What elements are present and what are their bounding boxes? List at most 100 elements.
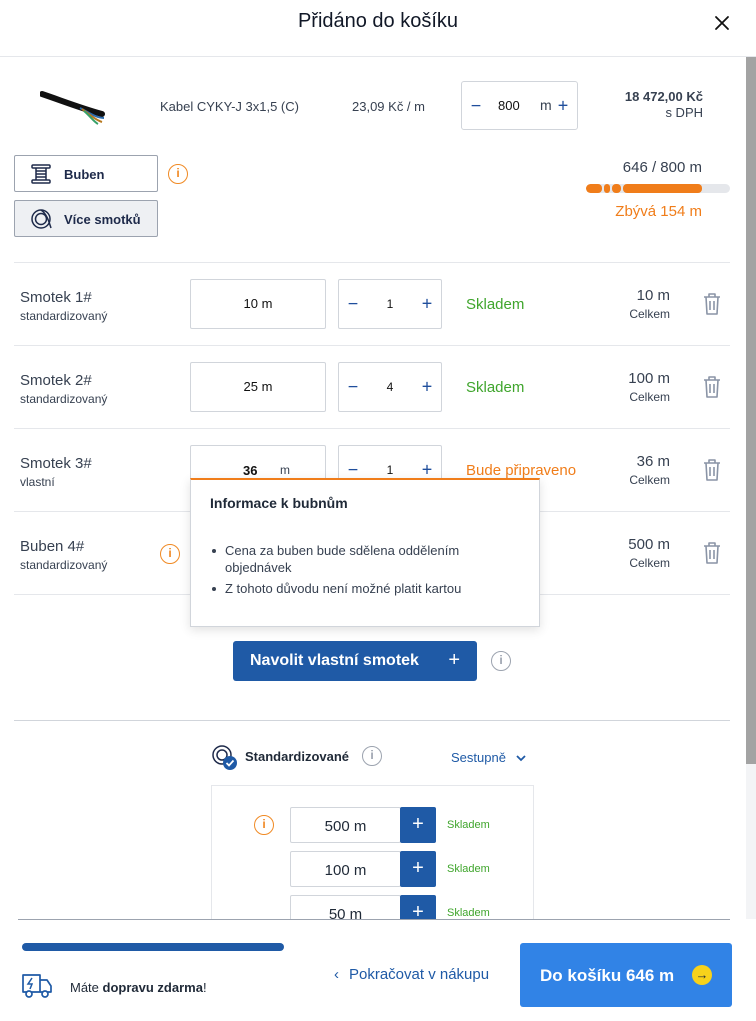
continue-shopping-link[interactable]: ‹ Pokračovat v nákupu (334, 966, 489, 983)
drum-icon (29, 163, 53, 185)
info-icon[interactable]: i (362, 746, 382, 766)
coils-option-label: Více smotků (64, 212, 141, 227)
stock-status: Skladem (447, 907, 490, 919)
standard-length-item: 50 m + Skladem (290, 895, 520, 920)
standard-length-item: 500 m + Skladem (290, 807, 520, 843)
coil-row-total-value: 10 m (636, 287, 670, 304)
info-icon[interactable]: i (491, 651, 511, 671)
coil-row-total: 10 m Celkem (629, 287, 670, 321)
coil-count-stepper[interactable]: − 4 + (338, 362, 442, 412)
decrease-button[interactable]: − (467, 95, 485, 116)
stock-status: Skladem (466, 379, 525, 396)
standard-length-value: 100 m (324, 862, 367, 879)
standardized-coil-icon (210, 743, 238, 771)
standard-length-box: 50 m (290, 895, 401, 920)
arrow-right-icon: → (692, 965, 712, 985)
product-image (39, 84, 106, 127)
unit-price: 23,09 Kč / m (352, 99, 425, 114)
shipping-suffix: ! (202, 980, 207, 995)
trash-icon[interactable] (702, 541, 722, 565)
coil-row-total: 36 m Celkem (629, 453, 670, 487)
stock-status: Skladem (466, 296, 525, 313)
tooltip-item: Cena za buben bude sdělena oddělením obj… (209, 542, 519, 576)
coil-row-total: 100 m Celkem (628, 370, 670, 404)
modal-header: Přidáno do košíku (0, 0, 756, 57)
custom-coil-button[interactable]: Navolit vlastní smotek + (233, 641, 477, 681)
custom-length-value[interactable]: 36 (243, 463, 257, 478)
standard-length-value: 50 m (328, 906, 363, 920)
add-button[interactable]: + (400, 851, 436, 887)
shipping-bold: dopravu zdarma (102, 980, 203, 995)
vat-note: s DPH (665, 105, 703, 120)
progress-label: 646 / 800 m (622, 159, 702, 176)
remaining-label: Zbývá 154 m (615, 203, 702, 220)
info-icon[interactable]: i (168, 164, 188, 184)
coil-row-total-value: 36 m (636, 453, 670, 470)
increase-button[interactable]: + (554, 95, 572, 116)
stock-status: Skladem (447, 819, 490, 831)
coil-row-total-value: 100 m (628, 370, 670, 387)
coil-row-subtitle: standardizovaný (20, 309, 108, 323)
drum-info-tooltip: Informace k bubnům Cena za buben bude sd… (190, 478, 540, 627)
add-button[interactable]: + (400, 895, 436, 920)
sort-dropdown[interactable]: Sestupně (451, 750, 526, 765)
stock-status: Bude připraveno (466, 462, 577, 479)
standardized-label: Standardizované (245, 749, 350, 764)
quantity-stepper[interactable]: − 800 m + (461, 81, 578, 130)
trash-icon[interactable] (702, 292, 722, 316)
drum-row-subtitle: standardizovaný (20, 558, 108, 572)
divider (14, 720, 730, 721)
coil-length-select[interactable]: 25 m (190, 362, 326, 412)
increase-button[interactable]: + (418, 377, 436, 398)
quantity-value[interactable]: 800 (498, 98, 520, 113)
close-icon[interactable] (710, 11, 734, 35)
product-total: 18 472,00 Kč s DPH (625, 89, 703, 120)
info-icon[interactable]: i (254, 815, 274, 835)
drum-row-total-value: 500 m (628, 536, 670, 553)
go-to-cart-label: Do košíku 646 m (540, 966, 675, 985)
coil-count-stepper[interactable]: − 1 + (338, 279, 442, 329)
stock-status: Skladem (447, 863, 490, 875)
standard-length-value: 500 m (324, 818, 367, 835)
trash-icon[interactable] (702, 375, 722, 399)
increase-button[interactable]: + (418, 294, 436, 315)
go-to-cart-button[interactable]: Do košíku 646 m → (520, 943, 732, 1007)
coil-row-subtitle: standardizovaný (20, 392, 108, 406)
drum-row-title: Buben 4# (20, 538, 85, 555)
standard-lengths-panel: i 500 m + Skladem 100 m + Skladem 50 m +… (211, 785, 534, 920)
continue-shopping-label: Pokračovat v nákupu (349, 966, 490, 983)
scrollbar-thumb[interactable] (746, 57, 756, 764)
add-button[interactable]: + (400, 807, 436, 843)
scrollbar[interactable] (746, 57, 756, 919)
drum-option-label: Buben (64, 167, 105, 182)
product-name: Kabel CYKY-J 3x1,5 (C) (160, 99, 299, 114)
coil-length-select[interactable]: 10 m (190, 279, 326, 329)
truck-icon (20, 969, 54, 1001)
custom-length-unit: m (280, 463, 290, 477)
trash-icon[interactable] (702, 458, 722, 482)
product-total-amount: 18 472,00 Kč (624, 89, 703, 104)
coil-row-total-label: Celkem (629, 390, 670, 404)
coil-length-value: 10 m (243, 296, 273, 311)
info-icon[interactable]: i (160, 544, 180, 564)
coil-row-title: Smotek 2# (20, 372, 92, 389)
custom-coil-button-label: Navolit vlastní smotek (250, 652, 419, 669)
product-row: Kabel CYKY-J 3x1,5 (C) 23,09 Kč / m − 80… (0, 57, 746, 153)
drum-row-total: 500 m Celkem (628, 536, 670, 570)
chevron-down-icon (515, 755, 526, 762)
coil-row-title: Smotek 3# (20, 455, 92, 472)
shipping-progress-bar (22, 943, 284, 951)
coils-option-button[interactable]: Více smotků (14, 200, 158, 237)
coil-row: Smotek 2# standardizovaný 25 m − 4 + Skl… (14, 345, 730, 428)
tooltip-title: Informace k bubnům (210, 495, 348, 511)
drum-option-button[interactable]: Buben (14, 155, 158, 192)
shipping-prefix: Máte (70, 980, 103, 995)
coil-row-total-label: Celkem (629, 473, 670, 487)
sort-label: Sestupně (451, 750, 506, 765)
tooltip-list: Cena za buben bude sdělena oddělením obj… (209, 542, 519, 601)
tooltip-item: Z tohoto důvodu není možné platit kartou (209, 580, 519, 597)
footer-divider (18, 919, 730, 920)
drum-row-total-label: Celkem (629, 556, 670, 570)
coil-row: Smotek 1# standardizovaný 10 m − 1 + Skl… (14, 262, 730, 345)
free-shipping-text: Máte dopravu zdarma! (70, 980, 207, 995)
